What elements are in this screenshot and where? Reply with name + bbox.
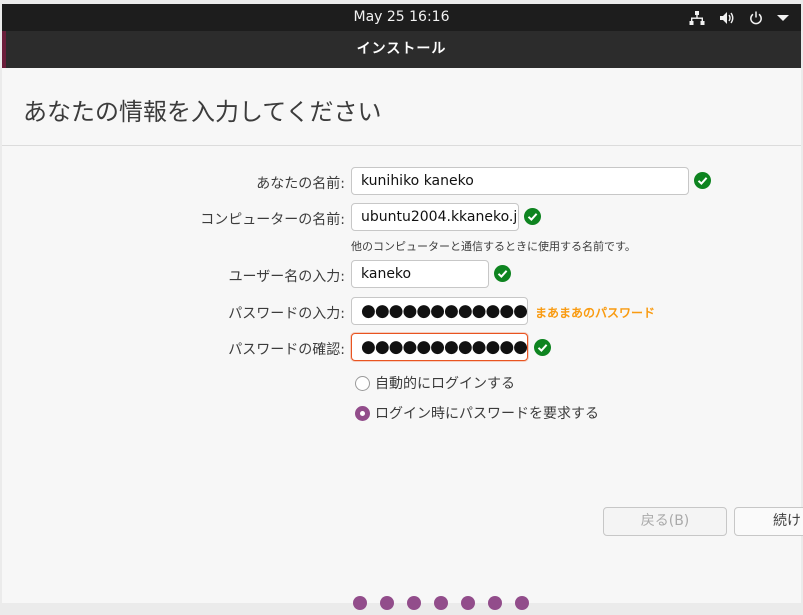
name-valid-check-icon (694, 172, 711, 189)
divider (2, 145, 801, 146)
name-field[interactable]: kunihiko kaneko (351, 167, 689, 195)
progress-dot (353, 596, 367, 610)
username-valid-check-icon (494, 265, 511, 282)
confirm-valid-check-icon (534, 339, 551, 356)
progress-dot (434, 596, 448, 610)
computer-name-hint: 他のコンピューターと通信するときに使用する名前です。 (351, 240, 636, 253)
autologin-option[interactable]: 自動的にログインする (355, 373, 515, 393)
window-title: インストール (2, 31, 801, 68)
confirm-password-field[interactable]: ●●●●●●●●●●●● (351, 333, 528, 361)
require-password-label[interactable]: ログイン時にパスワードを要求する (375, 403, 599, 423)
progress-dot (488, 596, 502, 610)
progress-indicator (353, 596, 529, 610)
window-accent (2, 31, 6, 68)
username-field[interactable]: kaneko (351, 260, 489, 288)
computer-name-label: コンピューターの名前: (200, 212, 345, 228)
network-icon[interactable] (689, 10, 705, 25)
username-label: ユーザー名の入力: (228, 269, 345, 285)
top-bar: May 25 16:16 (2, 4, 801, 31)
progress-dot (515, 596, 529, 610)
confirm-password-label: パスワードの確認: (228, 342, 345, 358)
clock[interactable]: May 25 16:16 (2, 4, 801, 31)
progress-dot (407, 596, 421, 610)
continue-button[interactable]: 続け (734, 507, 803, 536)
power-icon[interactable] (749, 11, 763, 25)
password-strength: まあまあのパスワード (535, 306, 656, 320)
computer-name-field[interactable]: ubuntu2004.kkaneko.jp (351, 203, 519, 231)
computer-name-valid-check-icon (524, 208, 541, 225)
progress-dot (380, 596, 394, 610)
password-field[interactable]: ●●●●●●●●●●●● (351, 297, 528, 325)
page-title: あなたの情報を入力してください (23, 98, 382, 126)
password-label: パスワードの入力: (228, 306, 345, 322)
back-button[interactable]: 戻る(B) (603, 507, 727, 536)
volume-icon[interactable] (719, 11, 735, 25)
require-password-radio[interactable] (355, 405, 370, 421)
menu-arrow-icon[interactable] (777, 14, 789, 22)
autologin-label[interactable]: 自動的にログインする (375, 373, 515, 393)
system-tray[interactable] (689, 4, 789, 31)
progress-dot (461, 596, 475, 610)
name-label: あなたの名前: (256, 176, 345, 192)
autologin-radio[interactable] (355, 375, 370, 391)
require-password-option[interactable]: ログイン時にパスワードを要求する (355, 403, 599, 423)
installer-window: あなたの情報を入力してください あなたの名前: kunihiko kaneko … (2, 68, 803, 610)
